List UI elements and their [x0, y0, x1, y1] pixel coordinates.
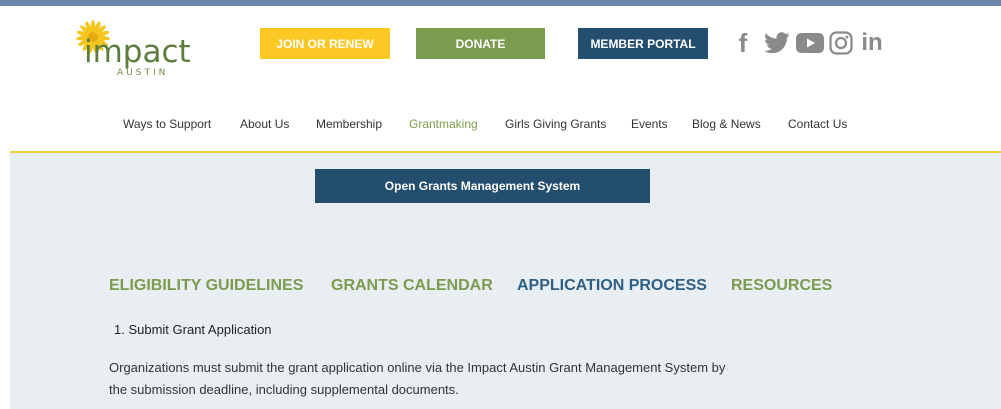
main-navigation: Ways to Support About Us Membership Gran… [0, 117, 1001, 137]
tab-eligibility-guidelines[interactable]: ELIGIBILITY GUIDELINES [109, 277, 303, 295]
nav-item-ways-to-support[interactable]: Ways to Support [123, 117, 211, 131]
nav-item-blog-news[interactable]: Blog & News [692, 117, 761, 131]
facebook-icon[interactable]: f [732, 28, 754, 58]
tab-application-process[interactable]: APPLICATION PROCESS [517, 277, 707, 295]
nav-item-about-us[interactable]: About Us [240, 117, 289, 131]
nav-item-events[interactable]: Events [631, 117, 668, 131]
twitter-icon[interactable] [763, 28, 791, 58]
nav-item-girls-giving-grants[interactable]: Girls Giving Grants [505, 117, 606, 131]
open-grants-management-button[interactable]: Open Grants Management System [315, 169, 650, 203]
tab-grants-calendar[interactable]: GRANTS CALENDAR [331, 277, 493, 295]
nav-item-grantmaking[interactable]: Grantmaking [409, 117, 478, 131]
grants-section-tabs: ELIGIBILITY GUIDELINES GRANTS CALENDAR A… [0, 277, 1001, 299]
section-heading: 1. Submit Grant Application [114, 322, 272, 337]
impact-austin-logo[interactable]: impact AUSTIN [74, 16, 194, 80]
join-or-renew-button[interactable]: JOIN OR RENEW [260, 28, 390, 59]
nav-item-contact-us[interactable]: Contact Us [788, 117, 847, 131]
body-line: the submission deadline, including suppl… [109, 382, 459, 397]
body-line: Organizations must submit the grant appl… [109, 360, 726, 375]
youtube-icon[interactable] [795, 28, 825, 58]
instagram-icon[interactable] [828, 28, 854, 58]
member-portal-button[interactable]: MEMBER PORTAL [578, 28, 708, 59]
body-paragraph: Organizations must submit the grant appl… [109, 357, 829, 401]
donate-button[interactable]: DONATE [416, 28, 545, 59]
site-header: impact AUSTIN JOIN OR RENEW DONATE MEMBE… [0, 6, 1001, 152]
logo-wordmark: impact [84, 34, 191, 70]
nav-item-membership[interactable]: Membership [316, 117, 382, 131]
tab-resources[interactable]: RESOURCES [731, 277, 832, 295]
logo-subtitle: AUSTIN [117, 68, 169, 78]
linkedin-icon[interactable]: in [857, 28, 887, 58]
